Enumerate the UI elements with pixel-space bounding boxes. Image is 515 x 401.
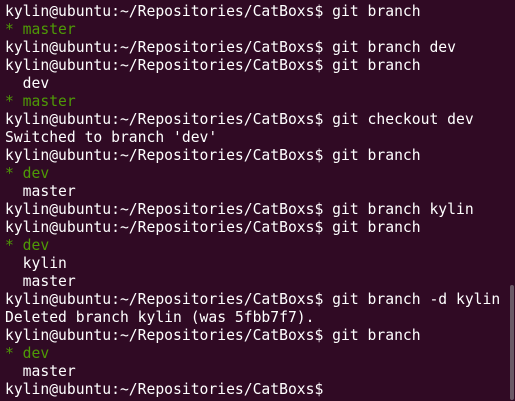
branch-line: master bbox=[5, 363, 76, 380]
branch-line: master bbox=[5, 183, 76, 200]
terminal-line: kylin@ubuntu:~/Repositories/CatBoxs$ git… bbox=[5, 201, 474, 218]
prompt-line[interactable]: kylin@ubuntu:~/Repositories/CatBoxs$ bbox=[5, 381, 515, 399]
current-branch-line: * master bbox=[5, 93, 76, 110]
output-line: Deleted branch kylin (was 5fbb7f7). bbox=[5, 309, 315, 326]
current-branch-line: * dev bbox=[5, 165, 50, 182]
terminal-line: kylin@ubuntu:~/Repositories/CatBoxs$ git… bbox=[5, 39, 456, 56]
terminal-output: kylin@ubuntu:~/Repositories/CatBoxs$ git… bbox=[5, 3, 515, 399]
terminal-line: kylin@ubuntu:~/Repositories/CatBoxs$ git… bbox=[5, 3, 421, 20]
terminal-line: kylin@ubuntu:~/Repositories/CatBoxs$ git… bbox=[5, 147, 421, 164]
terminal-window[interactable]: kylin@ubuntu:~/Repositories/CatBoxs$ git… bbox=[0, 0, 515, 401]
terminal-line: kylin@ubuntu:~/Repositories/CatBoxs$ git… bbox=[5, 219, 421, 236]
terminal-line: kylin@ubuntu:~/Repositories/CatBoxs$ git… bbox=[5, 111, 474, 128]
current-branch-line: * master bbox=[5, 21, 76, 38]
output-line: Switched to branch 'dev' bbox=[5, 129, 218, 146]
current-branch-line: * dev bbox=[5, 237, 50, 254]
terminal-line: kylin@ubuntu:~/Repositories/CatBoxs$ git… bbox=[5, 57, 421, 74]
terminal-scrollbar[interactable] bbox=[509, 0, 515, 401]
branch-line: master bbox=[5, 273, 76, 290]
terminal-line: kylin@ubuntu:~/Repositories/CatBoxs$ git… bbox=[5, 327, 421, 344]
branch-line: kylin bbox=[5, 255, 67, 272]
current-branch-line: * dev bbox=[5, 345, 50, 362]
terminal-line: kylin@ubuntu:~/Repositories/CatBoxs$ git… bbox=[5, 291, 501, 308]
scrollbar-thumb[interactable] bbox=[510, 285, 514, 400]
branch-line: dev bbox=[5, 75, 50, 92]
